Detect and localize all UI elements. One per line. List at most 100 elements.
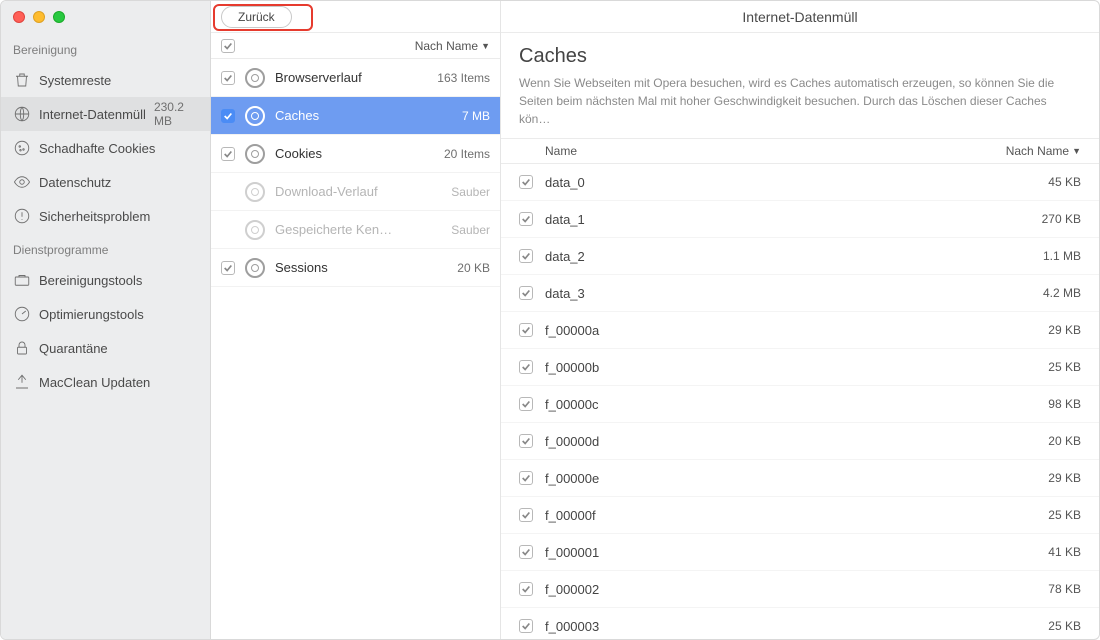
file-size: 29 KB bbox=[1048, 323, 1081, 337]
file-name: f_00000f bbox=[545, 508, 1036, 523]
category-checkbox[interactable] bbox=[221, 147, 235, 161]
close-window-button[interactable] bbox=[13, 11, 25, 23]
detail-description: Wenn Sie Webseiten mit Opera besuchen, w… bbox=[501, 74, 1099, 138]
category-row[interactable]: Cookies 20 Items bbox=[211, 135, 500, 173]
category-row[interactable]: Browserverlauf163 Items bbox=[211, 59, 500, 97]
sidebar-item[interactable]: Internet-Datenmüll230.2 MB bbox=[1, 97, 210, 131]
category-row[interactable]: Gespeicherte Ken… Sauber bbox=[211, 211, 500, 249]
file-checkbox[interactable] bbox=[519, 508, 533, 522]
file-size: 78 KB bbox=[1048, 582, 1081, 596]
category-row[interactable]: Download-VerlaufSauber bbox=[211, 173, 500, 211]
minimize-window-button[interactable] bbox=[33, 11, 45, 23]
file-size: 1.1 MB bbox=[1043, 249, 1081, 263]
file-name: data_0 bbox=[545, 175, 1036, 190]
file-checkbox[interactable] bbox=[519, 360, 533, 374]
detail-sort[interactable]: Nach Name ▼ bbox=[1006, 144, 1081, 158]
eye-icon bbox=[13, 173, 31, 191]
file-row[interactable]: f_000002 78 KB bbox=[501, 571, 1099, 608]
file-name: f_000002 bbox=[545, 582, 1036, 597]
opera-icon bbox=[245, 68, 265, 88]
category-checkbox[interactable] bbox=[221, 261, 235, 275]
window-controls bbox=[1, 1, 210, 33]
sidebar-item[interactable]: Schadhafte Cookies bbox=[1, 131, 210, 165]
sidebar-item-label: Quarantäne bbox=[39, 341, 192, 356]
file-row[interactable]: f_00000325 KB bbox=[501, 608, 1099, 639]
sidebar-item[interactable]: Systemreste bbox=[1, 63, 210, 97]
file-row[interactable]: f_00000f 25 KB bbox=[501, 497, 1099, 534]
select-all-checkbox[interactable] bbox=[221, 39, 235, 53]
sidebar-item-label: Systemreste bbox=[39, 73, 192, 88]
category-list: Browserverlauf163 ItemsCaches7 MBCookies… bbox=[211, 59, 500, 639]
file-size: 41 KB bbox=[1048, 545, 1081, 559]
category-row[interactable]: Caches7 MB bbox=[211, 97, 500, 135]
file-checkbox[interactable] bbox=[519, 175, 533, 189]
file-checkbox[interactable] bbox=[519, 323, 533, 337]
file-name: f_00000b bbox=[545, 360, 1036, 375]
file-checkbox[interactable] bbox=[519, 434, 533, 448]
sidebar-item-meta: 230.2 MB bbox=[154, 100, 200, 128]
category-name: Browserverlauf bbox=[275, 70, 427, 85]
sidebar-item[interactable]: Bereinigungstools bbox=[1, 263, 210, 297]
sidebar-item[interactable]: Optimierungstools bbox=[1, 297, 210, 331]
file-row[interactable]: data_34.2 MB bbox=[501, 275, 1099, 312]
detail-toolbar: Internet-Datenmüll bbox=[501, 1, 1099, 33]
sidebar-item-label: MacClean Updaten bbox=[39, 375, 192, 390]
category-name: Cookies bbox=[275, 146, 434, 161]
alert-icon bbox=[13, 207, 31, 225]
column-name: Name bbox=[545, 144, 577, 158]
update-icon bbox=[13, 373, 31, 391]
category-row[interactable]: Sessions20 KB bbox=[211, 249, 500, 287]
file-size: 4.2 MB bbox=[1043, 286, 1081, 300]
file-row[interactable]: data_1270 KB bbox=[501, 201, 1099, 238]
zoom-window-button[interactable] bbox=[53, 11, 65, 23]
category-meta: 20 Items bbox=[444, 147, 490, 161]
sidebar-item[interactable]: Quarantäne bbox=[1, 331, 210, 365]
file-checkbox[interactable] bbox=[519, 397, 533, 411]
category-checkbox[interactable] bbox=[221, 71, 235, 85]
sidebar-section-title: Dienstprogramme bbox=[1, 233, 210, 263]
category-sort[interactable]: Nach Name ▼ bbox=[415, 39, 490, 53]
sidebar-item-label: Optimierungstools bbox=[39, 307, 192, 322]
file-checkbox[interactable] bbox=[519, 619, 533, 633]
category-toolbar: Zurück bbox=[211, 1, 500, 33]
file-row[interactable]: data_0 45 KB bbox=[501, 164, 1099, 201]
category-pane: Zurück Nach Name ▼ Browserverlauf163 Ite… bbox=[211, 1, 501, 639]
category-name: Caches bbox=[275, 108, 452, 123]
trash-icon bbox=[13, 71, 31, 89]
file-checkbox[interactable] bbox=[519, 212, 533, 226]
opera-icon bbox=[245, 106, 265, 126]
file-row[interactable]: f_00000e 29 KB bbox=[501, 460, 1099, 497]
file-checkbox[interactable] bbox=[519, 471, 533, 485]
opera-icon bbox=[245, 220, 265, 240]
file-row[interactable]: f_00000141 KB bbox=[501, 534, 1099, 571]
category-meta: 20 KB bbox=[457, 261, 490, 275]
category-meta: Sauber bbox=[451, 223, 490, 237]
file-checkbox[interactable] bbox=[519, 545, 533, 559]
file-size: 20 KB bbox=[1048, 434, 1081, 448]
file-row[interactable]: data_21.1 MB bbox=[501, 238, 1099, 275]
back-button[interactable]: Zurück bbox=[221, 6, 292, 28]
file-row[interactable]: f_00000c98 KB bbox=[501, 386, 1099, 423]
file-checkbox[interactable] bbox=[519, 286, 533, 300]
sidebar-item[interactable]: MacClean Updaten bbox=[1, 365, 210, 399]
detail-title: Caches bbox=[519, 45, 1081, 68]
file-size: 29 KB bbox=[1048, 471, 1081, 485]
sidebar-item[interactable]: Datenschutz bbox=[1, 165, 210, 199]
file-checkbox[interactable] bbox=[519, 582, 533, 596]
category-checkbox[interactable] bbox=[221, 109, 235, 123]
file-row[interactable]: f_00000d20 KB bbox=[501, 423, 1099, 460]
opera-icon bbox=[245, 182, 265, 202]
file-size: 25 KB bbox=[1048, 508, 1081, 522]
category-name: Gespeicherte Ken… bbox=[275, 222, 441, 237]
file-checkbox[interactable] bbox=[519, 249, 533, 263]
file-size: 45 KB bbox=[1048, 175, 1081, 189]
file-row[interactable]: f_00000b25 KB bbox=[501, 349, 1099, 386]
file-list: data_045 KBdata_1270 KBdata_21.1 MBdata_… bbox=[501, 164, 1099, 639]
category-name: Download-Verlauf bbox=[275, 184, 441, 199]
file-name: f_00000e bbox=[545, 471, 1036, 486]
file-name: f_00000c bbox=[545, 397, 1036, 412]
sidebar-item[interactable]: Sicherheitsproblem bbox=[1, 199, 210, 233]
sidebar-item-label: Datenschutz bbox=[39, 175, 192, 190]
sidebar-item-label: Schadhafte Cookies bbox=[39, 141, 192, 156]
file-row[interactable]: f_00000a29 KB bbox=[501, 312, 1099, 349]
